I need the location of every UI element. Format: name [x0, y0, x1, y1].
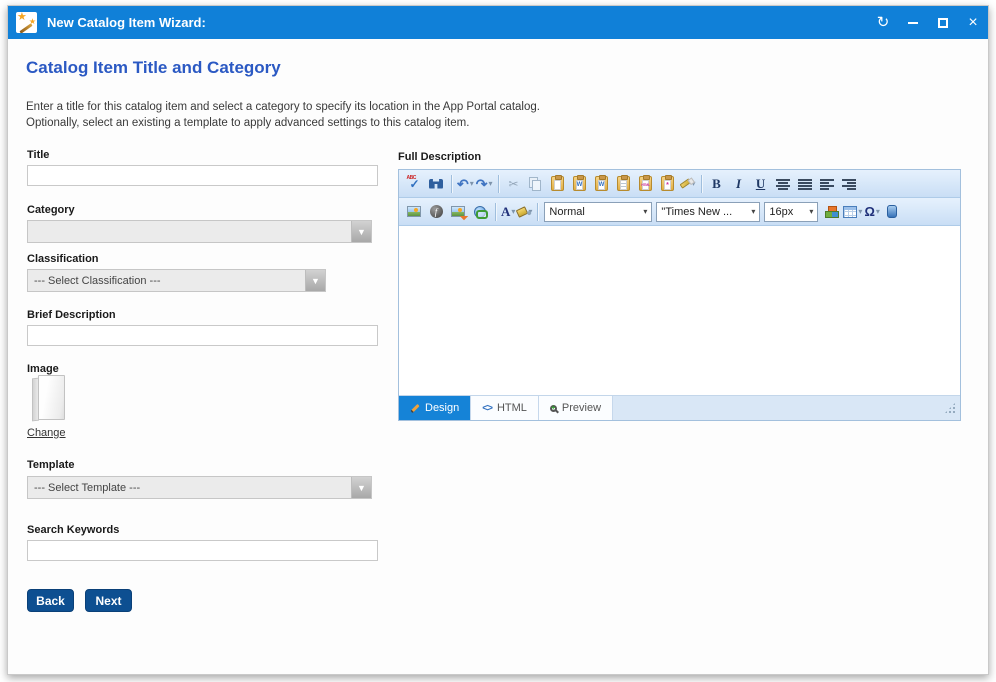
page-title: Catalog Item Title and Category — [26, 58, 281, 78]
paste-html-icon[interactable]: * — [658, 174, 678, 194]
catalog-item-image — [31, 375, 67, 423]
intro-text: Enter a title for this catalog item and … — [26, 99, 540, 131]
category-label: Category — [27, 204, 75, 216]
editor-content-area[interactable] — [399, 226, 960, 396]
toolbar-separator — [498, 175, 499, 193]
toolbar-separator — [451, 175, 452, 193]
brief-description-label: Brief Description — [27, 309, 116, 321]
resize-grip[interactable] — [944, 402, 956, 414]
brief-description-input[interactable] — [27, 325, 378, 346]
chevron-down-icon[interactable]: ▼ — [351, 477, 371, 498]
image-manager-icon[interactable] — [404, 202, 424, 222]
toggle-fullscreen-icon[interactable] — [882, 202, 902, 222]
window-controls: ↻ × — [868, 6, 988, 39]
toolbar-separator — [537, 203, 538, 221]
classification-dropdown[interactable]: --- Select Classification --- ▼ — [27, 269, 326, 292]
intro-line-1: Enter a title for this catalog item and … — [26, 99, 540, 115]
pencil-icon — [410, 403, 419, 412]
chevron-down-icon[interactable]: ▼ — [305, 270, 325, 291]
template-label: Template — [27, 459, 74, 471]
tab-preview[interactable]: Preview — [539, 396, 613, 420]
titlebar: ★ ★ New Catalog Item Wizard: ↻ × — [8, 6, 988, 39]
paste-icon[interactable] — [548, 174, 568, 194]
full-description-label: Full Description — [398, 151, 481, 163]
search-keywords-input[interactable] — [27, 540, 378, 561]
tab-html[interactable]: <> HTML — [471, 396, 539, 420]
editor-toolbar-row-2: A▾ ▾ Normal▾ "Times New ...▾ 16px▾ ▾ Ω▾ — [399, 198, 960, 226]
link-manager-icon[interactable] — [470, 202, 490, 222]
font-size-select[interactable]: 16px▾ — [764, 202, 818, 222]
magnifier-icon — [550, 405, 557, 412]
underline-icon[interactable]: U — [751, 174, 771, 194]
title-label: Title — [27, 149, 49, 161]
flash-manager-icon[interactable] — [426, 202, 446, 222]
tab-preview-label: Preview — [562, 402, 601, 414]
paste-from-word-icon[interactable]: W — [570, 174, 590, 194]
cut-icon[interactable]: ✂ — [504, 174, 524, 194]
spellcheck-icon[interactable] — [404, 174, 424, 194]
copy-icon[interactable] — [526, 174, 546, 194]
editor-mode-tabs: Design <> HTML Preview — [399, 396, 960, 420]
code-brackets-icon: <> — [482, 403, 492, 414]
format-stripper-icon[interactable]: ▾ — [680, 179, 696, 188]
rich-text-editor: ↶▾ ↷▾ ✂ W W HTML * ▾ B I U — [398, 169, 961, 421]
insert-table-icon[interactable]: ▾ — [843, 206, 862, 218]
tab-design[interactable]: Design — [399, 396, 471, 420]
maximize-icon[interactable] — [928, 6, 958, 39]
search-keywords-label: Search Keywords — [27, 524, 119, 536]
chevron-down-icon[interactable]: ▼ — [351, 221, 371, 242]
image-label: Image — [27, 363, 59, 375]
bold-icon[interactable]: B — [707, 174, 727, 194]
template-value: --- Select Template --- — [28, 482, 351, 494]
foreground-color-icon[interactable]: A▾ — [501, 204, 515, 220]
redo-icon[interactable]: ↷▾ — [476, 177, 493, 191]
undo-icon[interactable]: ↶▾ — [457, 177, 474, 191]
back-button[interactable]: Back — [27, 589, 74, 612]
paste-from-word-strip-font-icon[interactable]: W — [592, 174, 612, 194]
align-right-icon[interactable] — [839, 174, 859, 194]
change-image-link[interactable]: Change — [27, 427, 66, 439]
insert-symbol-icon[interactable]: Ω▾ — [864, 204, 879, 219]
category-dropdown[interactable]: ▼ — [27, 220, 372, 243]
toolbar-separator — [701, 175, 702, 193]
tab-html-label: HTML — [497, 402, 527, 414]
refresh-icon[interactable]: ↻ — [868, 6, 898, 39]
tab-design-label: Design — [425, 402, 459, 414]
italic-icon[interactable]: I — [729, 174, 749, 194]
paste-as-html-icon[interactable]: HTML — [636, 174, 656, 194]
justify-icon[interactable] — [795, 174, 815, 194]
wizard-dialog: ★ ★ New Catalog Item Wizard: ↻ × Catalog… — [7, 5, 989, 675]
apply-css-class-icon[interactable] — [821, 202, 841, 222]
close-icon[interactable]: × — [958, 6, 988, 39]
paragraph-style-select[interactable]: Normal▾ — [544, 202, 652, 222]
window-title: New Catalog Item Wizard: — [47, 15, 206, 30]
classification-value: --- Select Classification --- — [28, 275, 305, 287]
toolbar-separator — [495, 203, 496, 221]
title-input[interactable] — [27, 165, 378, 186]
paste-plain-text-icon[interactable] — [614, 174, 634, 194]
intro-line-2: Optionally, select an existing a templat… — [26, 115, 540, 131]
align-center-icon[interactable] — [773, 174, 793, 194]
wizard-app-icon: ★ ★ — [16, 12, 37, 33]
minimize-icon[interactable] — [898, 6, 928, 39]
font-name-select[interactable]: "Times New ...▾ — [656, 202, 760, 222]
background-color-icon[interactable]: ▾ — [517, 207, 532, 216]
editor-toolbar-row-1: ↶▾ ↷▾ ✂ W W HTML * ▾ B I U — [399, 170, 960, 198]
align-left-icon[interactable] — [817, 174, 837, 194]
find-replace-icon[interactable] — [426, 174, 446, 194]
image-editor-icon[interactable] — [448, 202, 468, 222]
classification-label: Classification — [27, 253, 99, 265]
next-button[interactable]: Next — [85, 589, 132, 612]
template-dropdown[interactable]: --- Select Template --- ▼ — [27, 476, 372, 499]
